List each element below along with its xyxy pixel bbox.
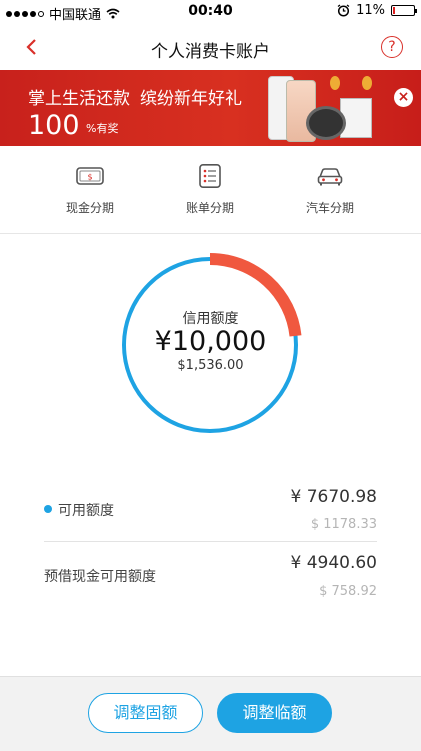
credit-limit-amount: ¥10,000	[154, 326, 267, 357]
promo-banner[interactable]: 掌上生活还款 缤纷新年好礼 100 %有奖 ×	[0, 70, 421, 146]
quick-action-label: 现金分期	[65, 201, 114, 215]
banner-headline-b: 缤纷新年好礼	[140, 89, 242, 109]
close-banner-icon[interactable]: ×	[394, 88, 413, 107]
quick-action-label: 汽车分期	[305, 201, 354, 215]
adjust-temp-limit-button[interactable]: 调整临额	[217, 693, 332, 733]
watch-image	[306, 106, 346, 140]
nav-bar: 个人消费卡账户 ?	[0, 24, 421, 70]
cash-card-icon: $	[76, 167, 104, 185]
quick-action-bill-installment[interactable]: 账单分期	[140, 146, 280, 233]
cash-advance-limit-usd: $ 758.92	[319, 584, 377, 599]
car-icon	[317, 168, 343, 186]
quick-action-car-installment[interactable]: 汽车分期	[260, 146, 400, 233]
quick-action-cash-installment[interactable]: $ 现金分期	[20, 146, 160, 233]
lantern-icon	[330, 76, 340, 90]
banner-big-number: 100	[28, 110, 80, 141]
svg-text:$: $	[87, 173, 92, 182]
available-limit-value: ¥ 7670.98	[290, 487, 377, 507]
status-bar: 中国联通 00:40 11%	[0, 0, 421, 24]
credit-limit-label: 信用额度	[182, 311, 239, 327]
available-limit-usd: $ 1178.33	[310, 517, 377, 532]
credit-limit-usd: $1,536.00	[177, 358, 244, 373]
banner-headline: 掌上生活还款 缤纷新年好礼	[28, 84, 242, 109]
help-icon[interactable]: ?	[381, 36, 403, 58]
alarm-icon	[337, 4, 350, 17]
bottom-action-bar: 调整固额 调整临额	[0, 676, 421, 751]
available-dot-icon	[44, 505, 52, 513]
banner-suffix: %有奖	[86, 122, 119, 135]
quick-actions: $ 现金分期 账单分期 汽车分期	[0, 146, 421, 234]
cash-advance-limit-value: ¥ 4940.60	[290, 553, 377, 573]
available-limit-label: 可用额度	[58, 503, 114, 519]
adjust-fixed-limit-button[interactable]: 调整固额	[88, 693, 203, 733]
quick-action-label: 账单分期	[185, 201, 234, 215]
banner-headline-a: 掌上生活还款	[28, 89, 130, 109]
battery-icon	[391, 5, 417, 16]
battery-percent: 11%	[356, 3, 385, 18]
page-title: 个人消费卡账户	[151, 42, 270, 62]
status-right: 11%	[337, 3, 417, 18]
bill-list-icon	[199, 164, 221, 188]
divider	[44, 541, 377, 542]
battery-level	[393, 7, 395, 14]
lantern-icon	[362, 76, 372, 90]
cash-advance-limit-label: 预借现金可用额度	[44, 569, 156, 585]
